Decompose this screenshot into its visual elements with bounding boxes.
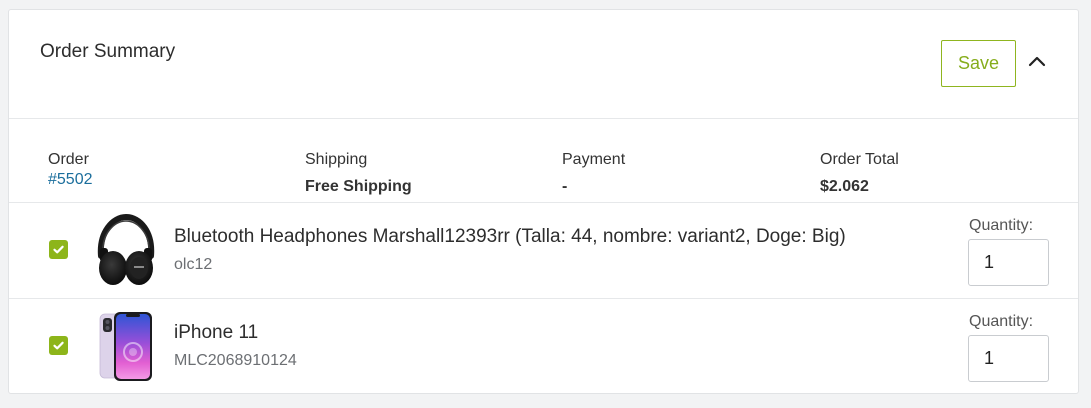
order-item-row: Bluetooth Headphones Marshall12393rr (Ta… bbox=[9, 203, 1078, 299]
payment-label: Payment bbox=[562, 151, 626, 168]
order-number-link[interactable]: #5502 bbox=[48, 171, 93, 188]
quantity-label: Quantity: bbox=[969, 217, 1034, 234]
checkmark-icon bbox=[53, 341, 64, 350]
shipping-label: Shipping bbox=[305, 151, 368, 168]
item-checkbox[interactable] bbox=[49, 240, 68, 259]
order-total-column: Order Total $2.062 bbox=[820, 150, 899, 197]
order-summary-card: Order Summary Save Order #5502 Shipping … bbox=[8, 9, 1079, 394]
shipping-column: Shipping Free Shipping bbox=[305, 150, 412, 197]
chevron-up-icon[interactable] bbox=[1025, 50, 1049, 74]
order-column: Order #5502 bbox=[48, 150, 93, 190]
product-name: iPhone 11 bbox=[174, 322, 259, 343]
order-label: Order bbox=[48, 151, 89, 168]
quantity-input[interactable] bbox=[968, 335, 1049, 382]
payment-column: Payment - bbox=[562, 150, 625, 197]
card-title: Order Summary bbox=[40, 41, 176, 62]
payment-value: - bbox=[562, 178, 568, 195]
headphones-image bbox=[93, 212, 159, 288]
order-total-label: Order Total bbox=[820, 151, 899, 168]
item-checkbox[interactable] bbox=[49, 336, 68, 355]
checkmark-icon bbox=[53, 245, 64, 254]
quantity-label: Quantity: bbox=[969, 313, 1034, 330]
order-item-row: iPhone 11 MLC2068910124 Quantity: bbox=[9, 299, 1078, 394]
product-sku: olc12 bbox=[174, 256, 213, 273]
product-sku: MLC2068910124 bbox=[174, 352, 297, 369]
shipping-value: Free Shipping bbox=[305, 178, 412, 195]
card-header: Order Summary Save bbox=[9, 10, 1078, 119]
iphone-image bbox=[93, 308, 159, 384]
product-name: Bluetooth Headphones Marshall12393rr (Ta… bbox=[174, 226, 846, 247]
order-info-bar: Order #5502 Shipping Free Shipping Payme… bbox=[9, 119, 1078, 203]
order-total-value: $2.062 bbox=[820, 178, 869, 195]
quantity-input[interactable] bbox=[968, 239, 1049, 286]
save-button[interactable]: Save bbox=[941, 40, 1016, 87]
